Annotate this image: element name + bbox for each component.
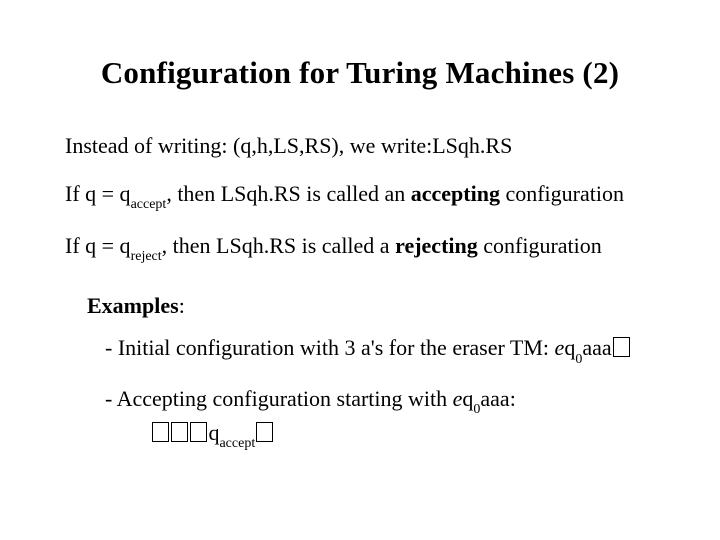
example-2: - Accepting configuration starting with … xyxy=(105,384,655,453)
subscript-reject: reject xyxy=(131,249,162,264)
subscript-0: 0 xyxy=(473,402,480,417)
slide-title: Configuration for Turing Machines (2) xyxy=(65,55,655,91)
text: q xyxy=(564,335,575,360)
slide: Configuration for Turing Machines (2) In… xyxy=(0,0,720,540)
intro-line: Instead of writing: (q,h,LS,RS), we writ… xyxy=(65,131,655,161)
examples-block: Examples: - Initial configuration with 3… xyxy=(65,293,655,452)
text: If q = q xyxy=(65,181,131,206)
blank-symbol-icon xyxy=(190,422,207,442)
text: - Accepting configuration starting with xyxy=(105,386,453,411)
text: aaa: xyxy=(480,386,515,411)
text: : xyxy=(179,293,185,318)
text: , then LSqh.RS is called a xyxy=(162,233,395,258)
blank-symbol-icon xyxy=(171,422,188,442)
text: Examples xyxy=(87,293,179,318)
examples-label: Examples: xyxy=(87,293,655,319)
subscript-0: 0 xyxy=(575,352,582,367)
blank-symbol-icon xyxy=(613,337,630,357)
text: aaa xyxy=(582,335,611,360)
blank-symbol-icon xyxy=(152,422,169,442)
text: , then LSqh.RS is called an xyxy=(166,181,410,206)
italic-e: e xyxy=(555,335,565,360)
blank-symbol-icon xyxy=(256,422,273,442)
reject-line: If q = qreject, then LSqh.RS is called a… xyxy=(65,231,655,265)
text: q xyxy=(462,386,473,411)
subscript-accept: accept xyxy=(131,197,167,212)
accept-line: If q = qaccept, then LSqh.RS is called a… xyxy=(65,179,655,213)
text: - Initial configuration with 3 a's for t… xyxy=(105,335,555,360)
bold-rejecting: rejecting xyxy=(395,233,478,258)
bold-accepting: accepting xyxy=(411,181,500,206)
example-1: - Initial configuration with 3 a's for t… xyxy=(105,333,655,367)
text: configuration xyxy=(500,181,624,206)
text: configuration xyxy=(478,233,602,258)
text: q xyxy=(208,420,219,445)
result-config: qaccept xyxy=(151,418,274,452)
text: If q = q xyxy=(65,233,131,258)
subscript-accept: accept xyxy=(219,436,255,451)
italic-e: e xyxy=(453,386,463,411)
